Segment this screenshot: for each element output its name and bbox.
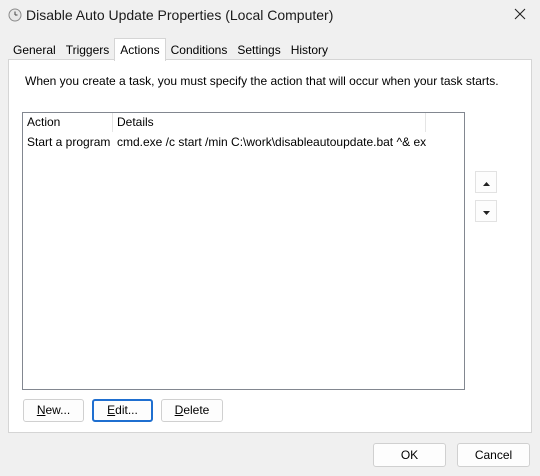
close-button[interactable] [506,3,534,27]
actions-tab-panel: When you create a task, you must specify… [8,59,532,433]
column-header-action[interactable]: Action [23,113,113,132]
action-cell: Start a program [27,135,111,149]
list-item[interactable]: Start a program cmd.exe /c start /min C:… [23,133,464,151]
delete-action-button[interactable]: Delete [161,399,223,422]
task-properties-dialog: Disable Auto Update Properties (Local Co… [0,0,540,476]
delete-accelerator: D [174,403,184,417]
tab-triggers[interactable]: Triggers [61,40,115,60]
arrow-down-icon [482,204,490,218]
tab-history[interactable]: History [286,40,333,60]
window-title: Disable Auto Update Properties (Local Co… [26,7,334,23]
tab-strip: General Triggers Actions Conditions Sett… [8,38,333,61]
edit-label-rest: dit... [115,403,138,417]
details-cell: cmd.exe /c start /min C:\work\disableaut… [117,135,426,149]
column-header-details[interactable]: Details [113,113,426,132]
tab-conditions[interactable]: Conditions [166,40,233,60]
close-icon [514,8,526,23]
cancel-button[interactable]: Cancel [457,443,530,467]
title-bar: Disable Auto Update Properties (Local Co… [0,0,540,31]
actions-list[interactable]: Action Details Start a program cmd.exe /… [22,112,465,390]
edit-accelerator: E [107,403,116,417]
new-label-rest: ew... [45,403,71,417]
ok-button[interactable]: OK [373,443,446,467]
tab-actions[interactable]: Actions [114,38,166,61]
clock-icon [8,8,22,22]
list-header: Action Details [23,113,464,132]
instruction-text: When you create a task, you must specify… [25,74,499,88]
edit-action-button[interactable]: Edit... [92,399,153,422]
tab-general[interactable]: General [8,40,61,60]
move-down-button[interactable] [475,200,497,222]
tab-settings[interactable]: Settings [232,40,285,60]
move-up-button[interactable] [475,171,497,193]
arrow-up-icon [482,175,490,189]
delete-label-rest: elete [183,403,210,417]
new-action-button[interactable]: New... [23,399,84,422]
